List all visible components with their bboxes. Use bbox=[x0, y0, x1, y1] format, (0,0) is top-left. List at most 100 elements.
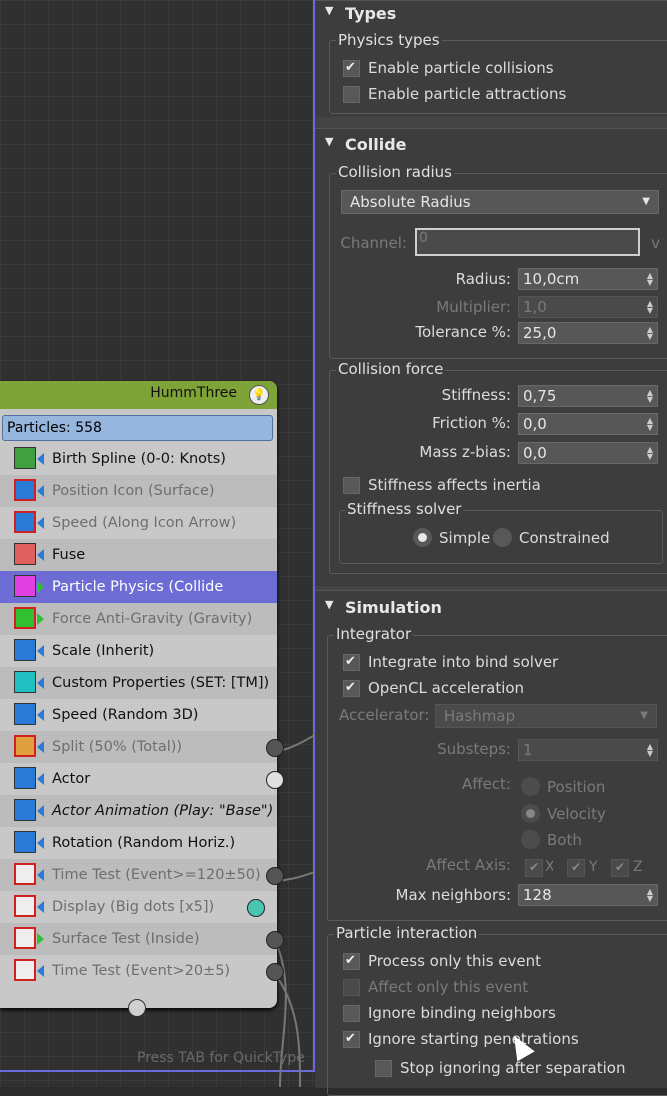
process-only-checkbox[interactable]: Process only this event bbox=[343, 951, 643, 971]
operator-type-arrow-icon bbox=[37, 549, 44, 561]
physics-icon[interactable] bbox=[14, 575, 36, 597]
time-test-icon[interactable] bbox=[14, 863, 36, 885]
lightbulb-icon[interactable]: 💡 bbox=[249, 385, 269, 405]
substeps-spinner[interactable]: 1 ▲ ▼ bbox=[518, 739, 658, 761]
radio-selected bbox=[413, 528, 432, 547]
process-only-label: Process only this event bbox=[368, 952, 542, 970]
solver-constrained-radio[interactable]: Constrained bbox=[493, 527, 623, 549]
collide-rollout-header[interactable]: ▼ Collide bbox=[315, 133, 667, 159]
axis-z-checkbox[interactable]: ✔ bbox=[611, 859, 629, 877]
operator-row[interactable]: Actor Animation (Play: "Base") bbox=[0, 795, 277, 827]
split-icon[interactable] bbox=[14, 735, 36, 757]
actor-icon[interactable] bbox=[14, 767, 36, 789]
operator-row[interactable]: Speed (Random 3D) bbox=[0, 699, 277, 731]
actor-animation-icon[interactable] bbox=[14, 799, 36, 821]
integrate-bind-checkbox[interactable]: Integrate into bind solver bbox=[343, 652, 643, 672]
output-socket[interactable] bbox=[266, 771, 284, 789]
friction-spinner[interactable]: 0,0 ▲ ▼ bbox=[518, 413, 658, 435]
mass-bias-spinner[interactable]: 0,0 ▲ ▼ bbox=[518, 442, 658, 464]
output-socket[interactable] bbox=[266, 963, 284, 981]
operator-row[interactable]: Particle Physics (Collide [Integ… bbox=[0, 571, 277, 627]
opencl-checkbox[interactable]: OpenCL acceleration bbox=[343, 678, 643, 698]
output-socket[interactable] bbox=[266, 931, 284, 949]
position-icon[interactable] bbox=[14, 479, 36, 501]
operator-row[interactable]: Force Anti-Gravity (Gravity) bbox=[0, 603, 277, 635]
stiffness-spinner[interactable]: 0,75 ▲ ▼ bbox=[518, 385, 658, 407]
operator-row[interactable]: Position Icon (Surface) bbox=[0, 475, 277, 507]
tolerance-spinner[interactable]: 25,0 ▲ ▼ bbox=[518, 322, 658, 344]
event-node-header[interactable]: HummThree 💡 bbox=[0, 381, 277, 409]
radius-mode-select[interactable]: Absolute Radius ▼ bbox=[341, 190, 659, 214]
axis-z-label: Z bbox=[633, 859, 643, 875]
spinner-arrows-icon[interactable]: ▲ ▼ bbox=[647, 417, 653, 432]
rotation-icon[interactable] bbox=[14, 831, 36, 853]
operator-row[interactable]: Fuse bbox=[0, 539, 277, 571]
types-rollout-header[interactable]: ▼ Types bbox=[315, 2, 667, 28]
channel-field[interactable]: 0 bbox=[415, 228, 640, 256]
operator-type-arrow-icon bbox=[37, 805, 44, 817]
friction-value: 0,0 bbox=[523, 415, 547, 433]
affect-both-radio[interactable]: Both bbox=[521, 829, 641, 851]
checkbox-unchecked bbox=[343, 86, 360, 103]
axis-y-checkbox[interactable]: ✔ bbox=[567, 859, 585, 877]
axis-x-label: X bbox=[545, 859, 553, 875]
operator-row[interactable]: Custom Properties (SET: [TM]) bbox=[0, 667, 277, 699]
affect-velocity-radio[interactable]: Velocity bbox=[521, 803, 641, 825]
force-icon[interactable] bbox=[14, 607, 36, 629]
operator-row[interactable]: Rotation (Random Horiz.) bbox=[0, 827, 277, 859]
operator-row[interactable]: Time Test (Event>20±5) bbox=[0, 955, 284, 987]
operator-row[interactable]: Split (50% (Total)) bbox=[0, 731, 284, 763]
stop-ignoring-checkbox[interactable]: Stop ignoring after separation bbox=[375, 1058, 665, 1078]
surface-test-icon[interactable] bbox=[14, 927, 36, 949]
time-test-icon[interactable] bbox=[14, 959, 36, 981]
event-output-socket[interactable] bbox=[128, 999, 146, 1017]
spinner-arrows-icon[interactable]: ▲ ▼ bbox=[647, 446, 653, 461]
spinner-arrows-icon[interactable]: ▲ ▼ bbox=[647, 888, 653, 903]
axis-x-checkbox[interactable]: ✔ bbox=[525, 859, 543, 877]
operator-list: Birth Spline (0-0: Knots) Position Icon (… bbox=[0, 443, 284, 987]
fuse-icon[interactable] bbox=[14, 543, 36, 565]
dropdown-arrow-icon: ▼ bbox=[640, 710, 648, 721]
output-socket[interactable] bbox=[247, 899, 265, 917]
operator-row[interactable]: Time Test (Event>=120±50) bbox=[0, 859, 284, 891]
operator-type-arrow-icon bbox=[37, 837, 44, 849]
operator-row[interactable]: Actor bbox=[0, 763, 284, 795]
ignore-starting-checkbox[interactable]: Ignore starting penetrations bbox=[343, 1029, 643, 1049]
max-neighbors-spinner[interactable]: 128 ▲ ▼ bbox=[518, 884, 658, 906]
spinner-arrows-icon[interactable]: ▲ ▼ bbox=[647, 326, 653, 341]
operator-label: Split (50% (Total)) bbox=[52, 739, 183, 755]
speed-icon[interactable] bbox=[14, 703, 36, 725]
solver-simple-radio[interactable]: Simple bbox=[413, 527, 493, 549]
spinner-arrows-icon[interactable]: ▲ ▼ bbox=[647, 272, 653, 287]
enable-attractions-checkbox[interactable]: Enable particle attractions bbox=[343, 84, 643, 104]
spinner-arrows-icon[interactable]: ▲ ▼ bbox=[647, 743, 653, 758]
operator-row[interactable]: Speed (Along Icon Arrow) bbox=[0, 507, 277, 539]
spinner-arrows-icon[interactable]: ▲ ▼ bbox=[647, 300, 653, 315]
affect-only-checkbox[interactable]: Affect only this event bbox=[343, 977, 643, 997]
radius-spinner[interactable]: 10,0cm ▲ ▼ bbox=[518, 268, 658, 290]
speed-icon[interactable] bbox=[14, 511, 36, 533]
scale-icon[interactable] bbox=[14, 639, 36, 661]
output-socket[interactable] bbox=[266, 739, 284, 757]
friction-label: Friction %: bbox=[432, 414, 511, 432]
accelerator-select[interactable]: Hashmap ▼ bbox=[435, 704, 657, 728]
stiffness-inertia-checkbox[interactable]: Stiffness affects inertia bbox=[343, 475, 643, 495]
output-socket[interactable] bbox=[266, 867, 284, 885]
operator-row[interactable]: Scale (Inherit) bbox=[0, 635, 277, 667]
multiplier-spinner[interactable]: 1,0 ▲ ▼ bbox=[518, 296, 658, 318]
solver-constrained-label: Constrained bbox=[519, 529, 610, 547]
event-node[interactable]: HummThree 💡 Particles: 558 Birth Spline … bbox=[0, 381, 284, 1017]
display-icon[interactable] bbox=[14, 895, 36, 917]
custom-properties-icon[interactable] bbox=[14, 671, 36, 693]
operator-row[interactable]: Display (Big dots [x5]) bbox=[0, 891, 277, 923]
spline-icon[interactable] bbox=[14, 447, 36, 469]
mass-bias-label: Mass z-bias: bbox=[419, 443, 511, 461]
affect-position-radio[interactable]: Position bbox=[521, 776, 641, 798]
ignore-binding-checkbox[interactable]: Ignore binding neighbors bbox=[343, 1003, 643, 1023]
simulation-rollout-header[interactable]: ▼ Simulation bbox=[315, 596, 667, 622]
spinner-arrows-icon[interactable]: ▲ ▼ bbox=[647, 389, 653, 404]
types-title: Types bbox=[345, 4, 397, 23]
enable-collisions-checkbox[interactable]: Enable particle collisions bbox=[343, 58, 643, 78]
operator-row[interactable]: Birth Spline (0-0: Knots) bbox=[0, 443, 277, 475]
operator-row[interactable]: Surface Test (Inside) bbox=[0, 923, 284, 955]
